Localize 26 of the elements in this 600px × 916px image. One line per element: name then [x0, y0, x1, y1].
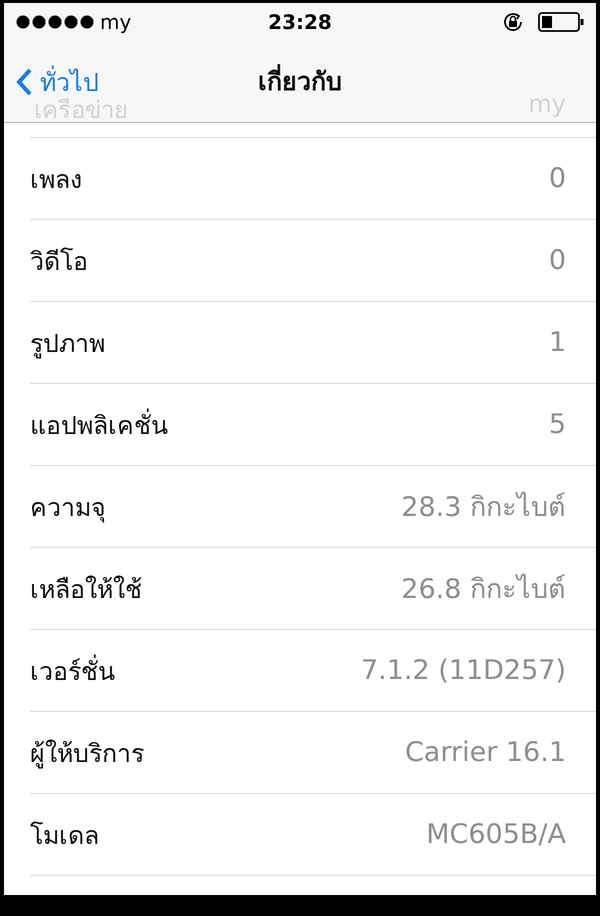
- nav-title: เกี่ยวกับ: [258, 61, 342, 101]
- row-value: 26.8 กิกะไบต์: [401, 572, 566, 607]
- row-value: 0: [548, 163, 566, 194]
- row-value: 0: [548, 245, 566, 276]
- battery-icon: [538, 12, 584, 32]
- row-label: ความจุ: [30, 492, 106, 524]
- row-label: ผู้ให้บริการ: [30, 738, 144, 770]
- row-value: 28.3 กิกะไบต์: [401, 490, 566, 525]
- row-value: Carrier 16.1: [404, 737, 566, 768]
- rotation-lock-icon: [502, 10, 524, 32]
- row-label: รูปภาพ: [30, 328, 105, 360]
- row-label: วิดีโอ: [30, 246, 88, 278]
- row-value: MC605B/A: [426, 819, 566, 850]
- row-value: 7.1.2 (11D257): [360, 655, 566, 686]
- row-label: เพลง: [30, 164, 82, 196]
- row-value: 1: [548, 327, 566, 358]
- row-value: 5: [548, 409, 566, 440]
- row-label: แอปพลิเคชั่น: [30, 408, 168, 442]
- back-button[interactable]: ทั่วไป: [16, 62, 99, 102]
- chevron-left-icon: [16, 68, 32, 96]
- status-time: 23:28: [268, 10, 332, 34]
- row-label: เหลือให้ใช้: [30, 574, 142, 606]
- row-label: โมเดล: [30, 820, 99, 852]
- signal-icon: [16, 14, 94, 28]
- row-label: เวอร์ชั่น: [30, 654, 115, 688]
- carrier-name: my: [100, 10, 132, 34]
